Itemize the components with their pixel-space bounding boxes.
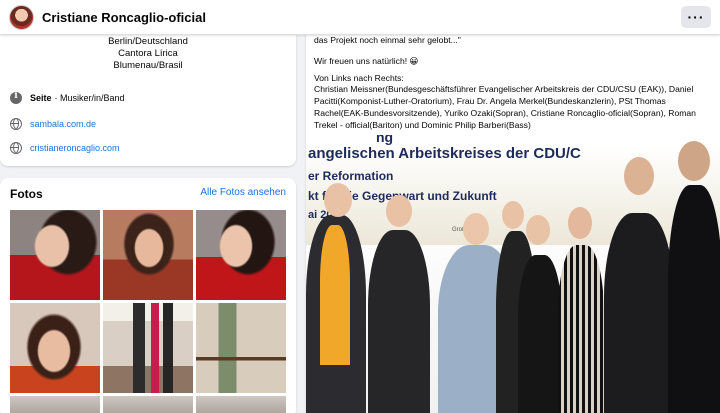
page-header: Cristiane Roncaglio-oficial ··· <box>0 0 720 35</box>
scarf <box>320 225 350 365</box>
post-text-people-3: Rachel(EAK-Bundesvorsitzende), Yuriko Oz… <box>314 108 696 118</box>
person-figure <box>604 213 674 413</box>
photo-thumbnail[interactable] <box>10 210 100 300</box>
post-text-people-2: Pacitti(Komponist-Luther-Oratorium), Fra… <box>314 96 666 106</box>
photo-thumbnail[interactable] <box>10 396 100 413</box>
photo-thumbnail[interactable] <box>10 303 100 393</box>
more-options-button[interactable]: ··· <box>681 6 711 28</box>
photo-thumbnail[interactable] <box>103 210 193 300</box>
person-figure <box>668 185 720 413</box>
globe-icon <box>10 142 22 154</box>
page-avatar[interactable] <box>9 5 34 30</box>
category-label: Seite <box>30 93 52 103</box>
person-head <box>526 215 550 245</box>
post-text-people-1: Christian Meissner(Bundesgeschäftsführer… <box>314 84 694 94</box>
category-row: Seite · Musiker/in/Band <box>10 90 125 106</box>
photo-thumbnail[interactable] <box>103 303 193 393</box>
photo-thumbnail[interactable] <box>196 396 286 413</box>
person-head <box>568 207 592 239</box>
photos-card: Fotos Alle Fotos ansehen <box>0 178 296 413</box>
website-row-1: sambala.com.de <box>10 116 96 132</box>
post-text-people-4: Trekel - official(Bariton) und Dominic P… <box>314 120 531 130</box>
person-head <box>386 195 412 227</box>
post-text-top: das Projekt noch einmal sehr gelobt..." <box>314 35 461 45</box>
intro-card: Berlin/Deutschland Cantora Lírica Blumen… <box>0 22 296 166</box>
website-link-2[interactable]: cristianeroncaglio.com <box>30 143 120 153</box>
website-link-1[interactable]: sambala.com.de <box>30 119 96 129</box>
page-title[interactable]: Cristiane Roncaglio-oficial <box>42 10 206 25</box>
photo-thumbnail[interactable] <box>196 303 286 393</box>
photo-thumbnail[interactable] <box>196 210 286 300</box>
person-head <box>624 157 654 195</box>
person-head <box>502 201 524 229</box>
website-row-2: cristianeroncaglio.com <box>10 140 120 156</box>
person-head <box>324 183 352 217</box>
post-text-from: Von Links nach Rechts: <box>314 73 404 83</box>
intro-profession: Cantora Lírica <box>118 48 178 59</box>
banner-text-1: ng <box>376 135 394 145</box>
see-all-photos-link[interactable]: Alle Fotos ansehen <box>200 187 286 198</box>
banner-text-3: er Reformation <box>308 169 394 183</box>
post-photo[interactable]: ng angelischen Arbeitskreises der CDU/C … <box>306 135 720 413</box>
more-dots-icon: ··· <box>687 9 705 25</box>
person-figure <box>368 230 430 413</box>
info-icon <box>10 91 22 104</box>
person-head <box>678 141 710 181</box>
person-head <box>463 213 489 245</box>
globe-icon <box>10 118 22 130</box>
post-text-joy: Wir freuen uns natürlich! 😀 <box>314 56 419 66</box>
intro-location: Berlin/Deutschland <box>108 36 188 47</box>
person-figure <box>558 245 604 413</box>
category-value: · Musiker/in/Band <box>54 93 125 103</box>
photo-thumbnail[interactable] <box>103 396 193 413</box>
photos-title: Fotos <box>10 187 43 201</box>
banner-text-2: angelischen Arbeitskreises der CDU/C <box>308 145 581 162</box>
person-figure <box>518 255 562 413</box>
intro-hometown: Blumenau/Brasil <box>113 60 183 71</box>
